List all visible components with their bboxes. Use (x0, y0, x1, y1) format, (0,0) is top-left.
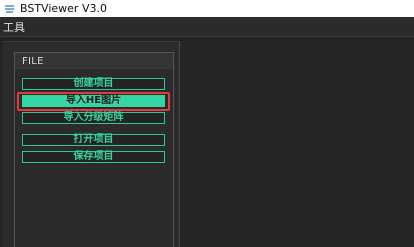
create-project-button[interactable]: 创建项目 (22, 78, 165, 90)
menu-divider (0, 36, 414, 37)
file-group-header: FILE (15, 53, 173, 69)
open-project-button[interactable]: 打开项目 (22, 134, 165, 146)
menu-item-tools[interactable]: 工具 (3, 19, 25, 35)
selection-highlight (17, 92, 170, 111)
import-grading-matrix-button[interactable]: 导入分级矩阵 (22, 112, 165, 124)
viewer-area (182, 41, 414, 247)
title-bar: BSTViewer V3.0 (0, 0, 414, 17)
window-title: BSTViewer V3.0 (20, 2, 107, 15)
menu-bar: 工具 (0, 17, 414, 36)
save-project-button[interactable]: 保存项目 (22, 151, 165, 163)
group-title: FILE (22, 55, 44, 67)
app-logo-icon (4, 4, 15, 13)
